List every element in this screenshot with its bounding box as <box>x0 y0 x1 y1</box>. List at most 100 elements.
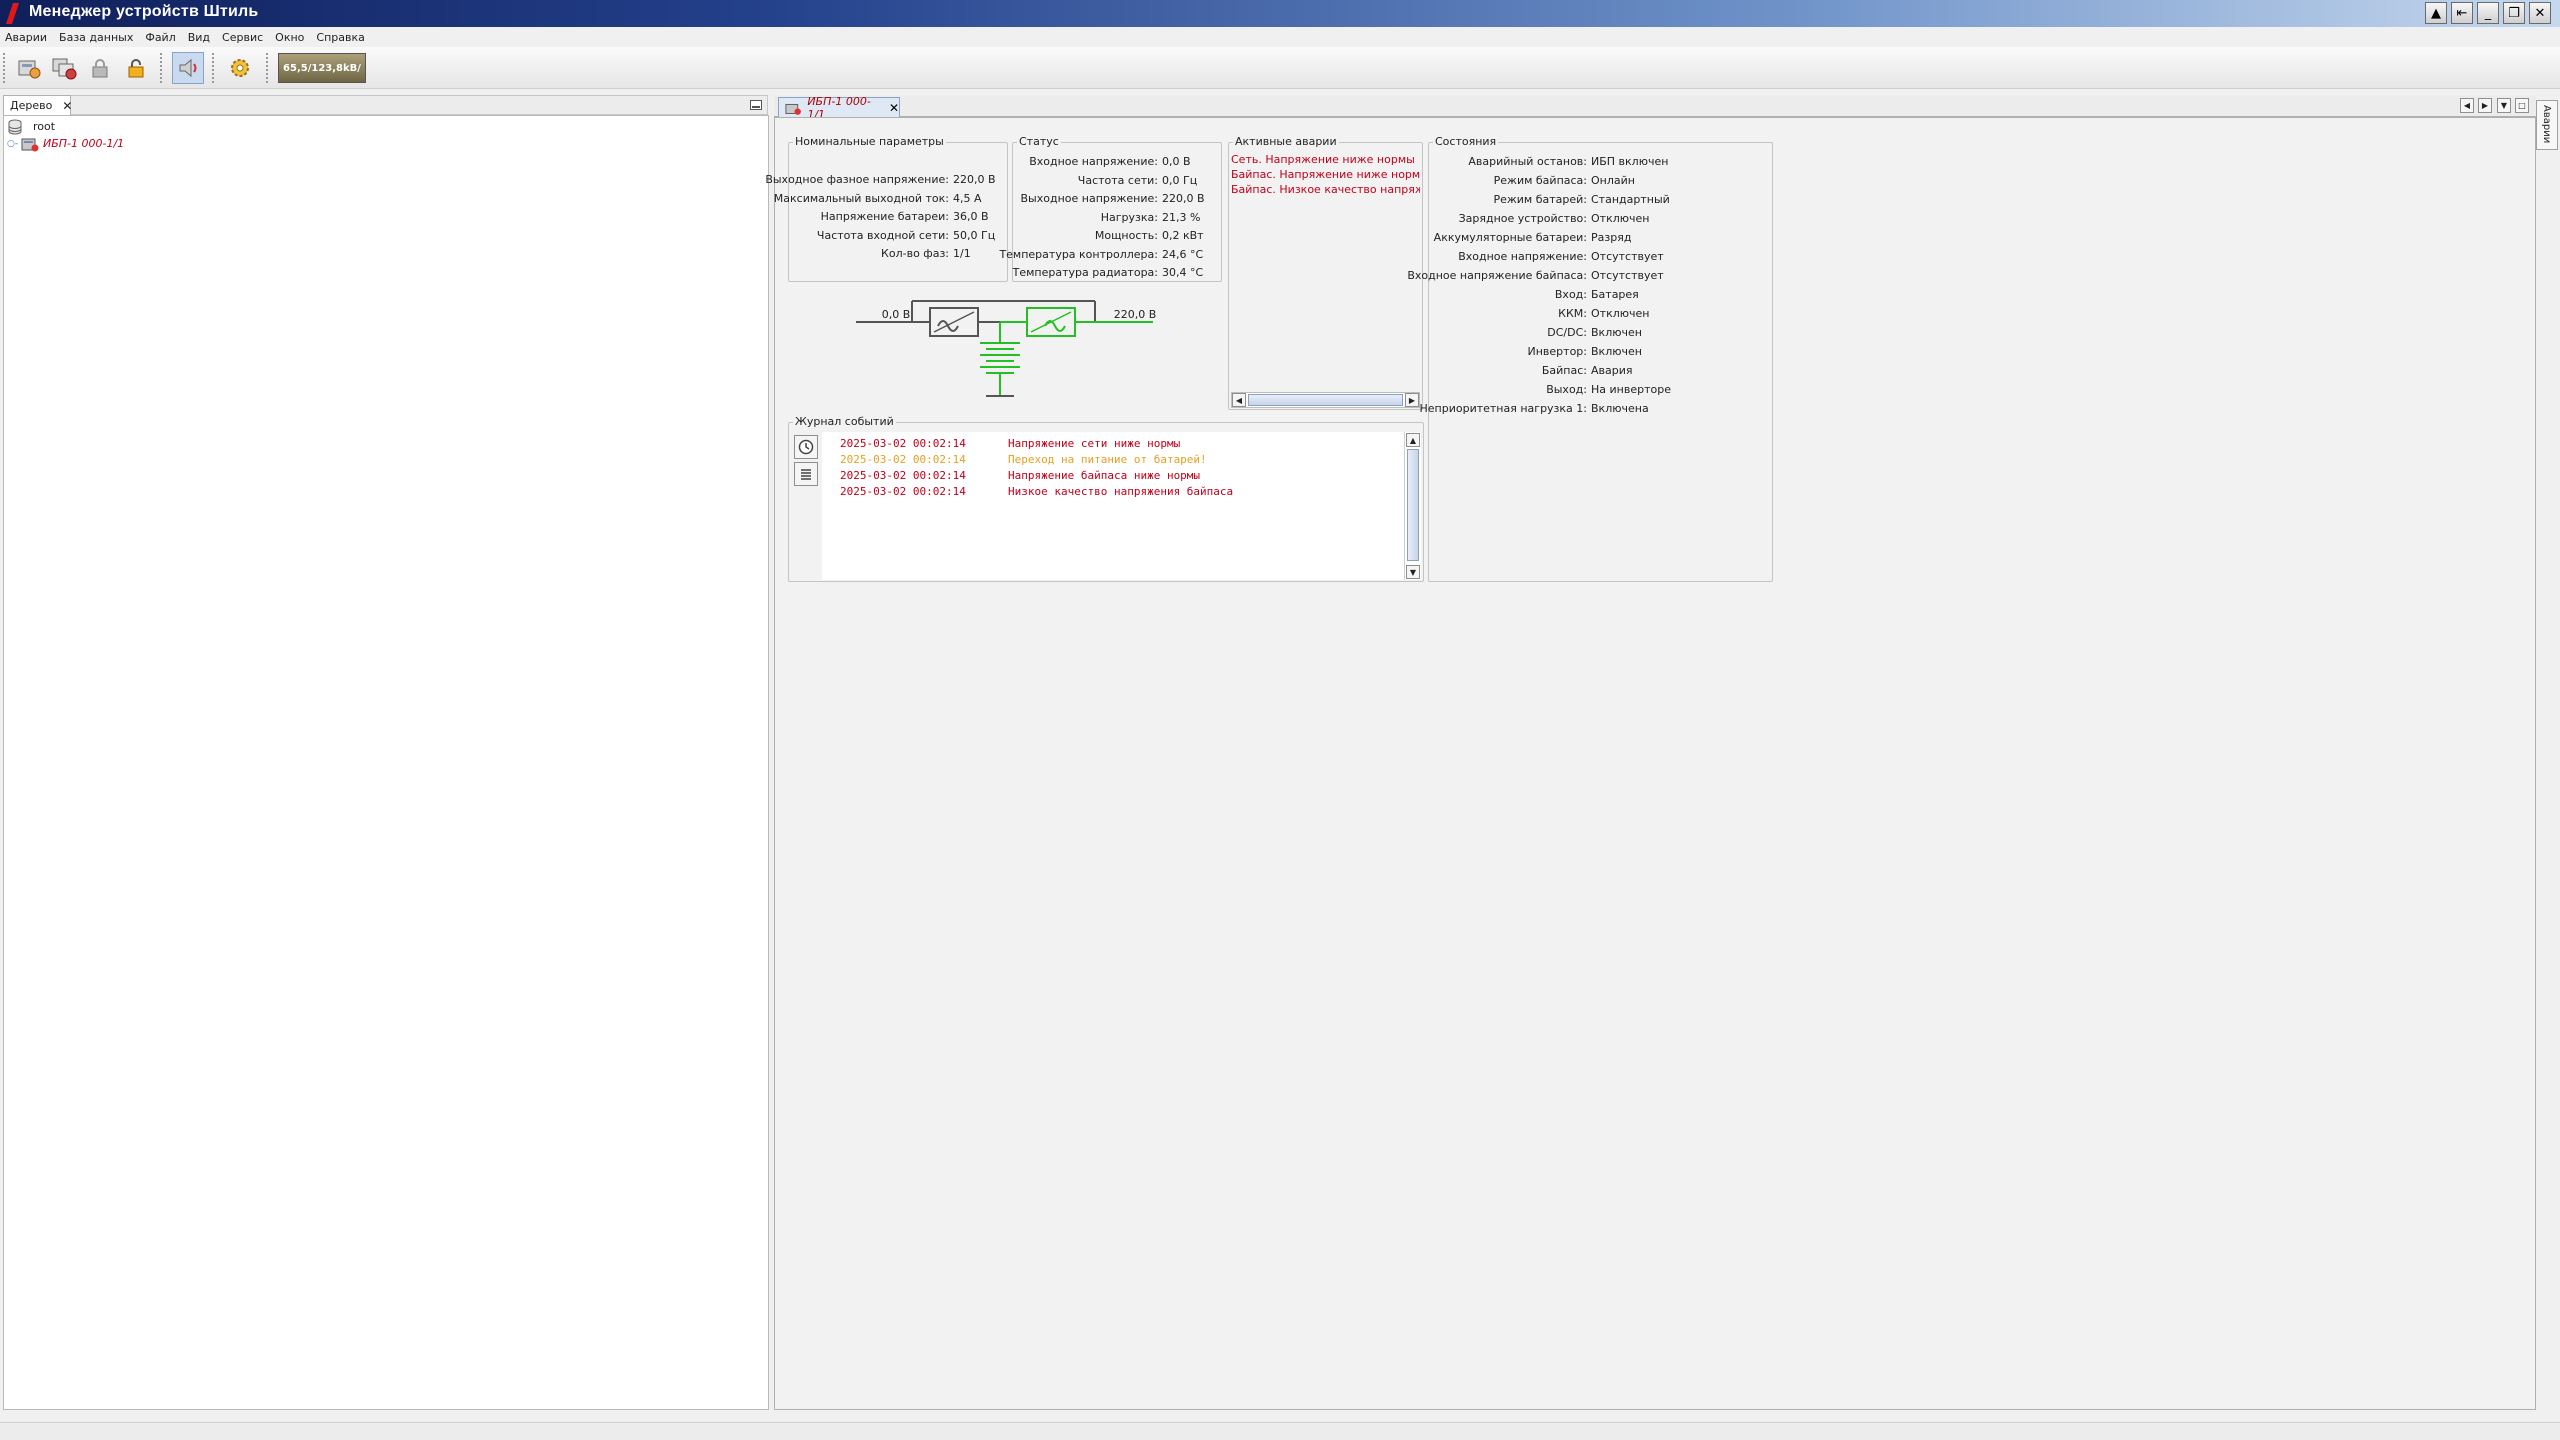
tab-ups-device[interactable]: ИБП-1 000-1/1 ✕ <box>778 95 900 121</box>
log-time: 2025-03-02 00:02:14 <box>840 485 966 498</box>
unlock-button[interactable] <box>120 52 152 84</box>
param-value: ИБП включен <box>1591 155 1669 168</box>
param-label: DC/DC: <box>1547 326 1587 339</box>
title-bar: Менеджер устройств Штиль ▲ ⇤ _ ❐ ✕ <box>0 0 2560 27</box>
scroll-up-button[interactable]: ▲ <box>1406 433 1420 447</box>
toolbar-grip[interactable] <box>160 53 163 83</box>
output-voltage-label: 220,0 В <box>1114 308 1157 321</box>
list-icon <box>801 469 811 480</box>
alarm-item[interactable]: Байпас. Низкое качество напряжения <box>1231 183 1420 198</box>
tabs-list-button[interactable]: ▼ <box>2497 98 2511 113</box>
tab-ups-device-close-icon[interactable]: ✕ <box>889 101 899 115</box>
alarms-scroll-thumb[interactable] <box>1248 394 1403 406</box>
param-value: Отсутствует <box>1591 250 1664 263</box>
param-value: 220,0 В <box>953 173 996 186</box>
maximize-panel-button[interactable]: □ <box>2515 98 2529 113</box>
param-label: Входное напряжение байпаса: <box>1407 269 1587 282</box>
param-value: Отсутствует <box>1591 269 1664 282</box>
param-label: Кол-во фаз: <box>881 247 949 260</box>
tab-tree-close-icon[interactable]: ✕ <box>62 99 72 113</box>
toolbar-grip[interactable] <box>266 53 269 83</box>
menu-service[interactable]: Сервис <box>222 31 263 44</box>
tabs-scroll-right-button[interactable]: ▶ <box>2478 98 2492 113</box>
param-label: Инвертор: <box>1527 345 1587 358</box>
tab-tree[interactable]: Дерево ✕ <box>3 95 72 115</box>
menu-file[interactable]: Файл <box>145 31 175 44</box>
log-history-button[interactable] <box>794 435 818 459</box>
alarm-item[interactable]: Байпас. Напряжение ниже нормы <box>1231 168 1420 183</box>
param-value: Онлайн <box>1591 174 1635 187</box>
log-message: Переход на питание от батарей! <box>1008 453 1207 466</box>
alarm-item[interactable]: Сеть. Напряжение ниже нормы <box>1231 153 1420 168</box>
window-close-button[interactable]: ✕ <box>2529 2 2551 24</box>
unlock-icon <box>128 59 144 78</box>
param-label: Мощность: <box>1094 229 1158 242</box>
toolbar-grip[interactable] <box>212 53 215 83</box>
active-alarms-title: Активные аварии <box>1233 135 1339 148</box>
window-minimize-button[interactable]: _ <box>2477 2 2499 24</box>
log-filter-button[interactable] <box>794 462 818 486</box>
window-up-button[interactable]: ▲ <box>2425 2 2447 24</box>
alarms-hscrollbar[interactable]: ◀ ▶ <box>1231 392 1420 408</box>
settings-button[interactable] <box>224 52 256 84</box>
toolbar: 65,5/123,8kB/ <box>0 47 2560 89</box>
param-label: Аккумуляторные батареи: <box>1433 231 1587 244</box>
param-label: Вход: <box>1554 288 1587 301</box>
window-title: Менеджер устройств Штиль <box>29 3 259 20</box>
event-log-vscrollbar[interactable]: ▲ ▼ <box>1404 432 1421 580</box>
traffic-counter[interactable]: 65,5/123,8kB/ <box>278 53 366 83</box>
scroll-down-button[interactable]: ▼ <box>1406 565 1420 579</box>
gear-icon <box>231 59 249 77</box>
tree-tab-bar <box>3 95 768 115</box>
chevron-right-icon: ▶ <box>1408 395 1416 405</box>
param-value: 0,0 В <box>1162 155 1191 168</box>
close-icon: ✕ <box>2534 5 2546 21</box>
menu-help[interactable]: Справка <box>316 31 364 44</box>
ups-mnemonic-diagram: 0,0 В 220,0 В <box>850 296 1180 402</box>
input-voltage-label: 0,0 В <box>882 308 911 321</box>
toolbar-grip[interactable] <box>3 53 6 83</box>
add-group-button[interactable] <box>48 52 80 84</box>
active-alarms-group: Активные аварии Сеть. Напряжение ниже но… <box>1228 135 1423 410</box>
status-group: Статус Входное напряжение: 0,0 В Частота с… <box>999 135 1222 282</box>
side-tab-alarms[interactable]: Аварии <box>2536 100 2558 150</box>
device-tree: root ○- ИБП-1 000-1/1 <box>3 115 769 1410</box>
maximize-icon: □ <box>2518 101 2526 110</box>
param-label: Напряжение батареи: <box>820 210 949 223</box>
tree-item-ups-label: ИБП-1 000-1/1 <box>43 137 125 150</box>
tree-expand-icon[interactable]: ○- <box>7 139 21 149</box>
minimize-panel-icon[interactable] <box>750 100 762 110</box>
arrow-up-icon: ▲ <box>2431 5 2441 21</box>
param-label: Байпас: <box>1541 364 1587 377</box>
tree-root[interactable]: root <box>7 118 55 135</box>
event-log-scroll-thumb[interactable] <box>1407 449 1419 561</box>
scroll-left-button[interactable]: ◀ <box>1232 393 1246 407</box>
ups-device-icon <box>785 103 801 115</box>
tabs-scroll-left-button[interactable]: ◀ <box>2460 98 2474 113</box>
sound-toggle-button[interactable] <box>172 52 204 84</box>
log-time: 2025-03-02 00:02:14 <box>840 453 966 466</box>
window-pin-button[interactable]: ⇤ <box>2451 2 2473 24</box>
chevron-left-icon: ◀ <box>2463 101 2471 110</box>
event-log-list[interactable]: 2025-03-02 00:02:14 Напряжение сети ниже … <box>822 432 1404 580</box>
menu-database[interactable]: База данных <box>59 31 133 44</box>
add-device-button[interactable] <box>12 52 44 84</box>
restore-icon: ❐ <box>2508 5 2520 21</box>
tree-item-ups[interactable]: ○- ИБП-1 000-1/1 <box>7 135 124 152</box>
menu-window[interactable]: Окно <box>275 31 304 44</box>
nominal-params-group: Номинальные параметры Выходное фазное на… <box>765 135 1008 282</box>
event-log-group: Журнал событий 2025-03-02 00:02:14 Напряж… <box>788 415 1424 582</box>
param-value: 36,0 В <box>953 210 989 223</box>
param-label: Выходное фазное напряжение: <box>765 173 949 186</box>
log-message: Низкое качество напряжения байпаса <box>1008 485 1234 498</box>
param-value: Стандартный <box>1591 193 1670 206</box>
device-tab-bar <box>774 95 2536 117</box>
menu-alarms[interactable]: Аварии <box>5 31 47 44</box>
lock-button[interactable] <box>84 52 116 84</box>
window-restore-button[interactable]: ❐ <box>2503 2 2525 24</box>
param-label: Максимальный выходной ток: <box>773 191 949 205</box>
log-message: Напряжение сети ниже нормы <box>1008 437 1181 450</box>
menu-view[interactable]: Вид <box>188 31 210 44</box>
scroll-right-button[interactable]: ▶ <box>1405 393 1419 407</box>
active-alarms-list: Сеть. Напряжение ниже нормы Байпас. Напря… <box>1231 153 1420 198</box>
